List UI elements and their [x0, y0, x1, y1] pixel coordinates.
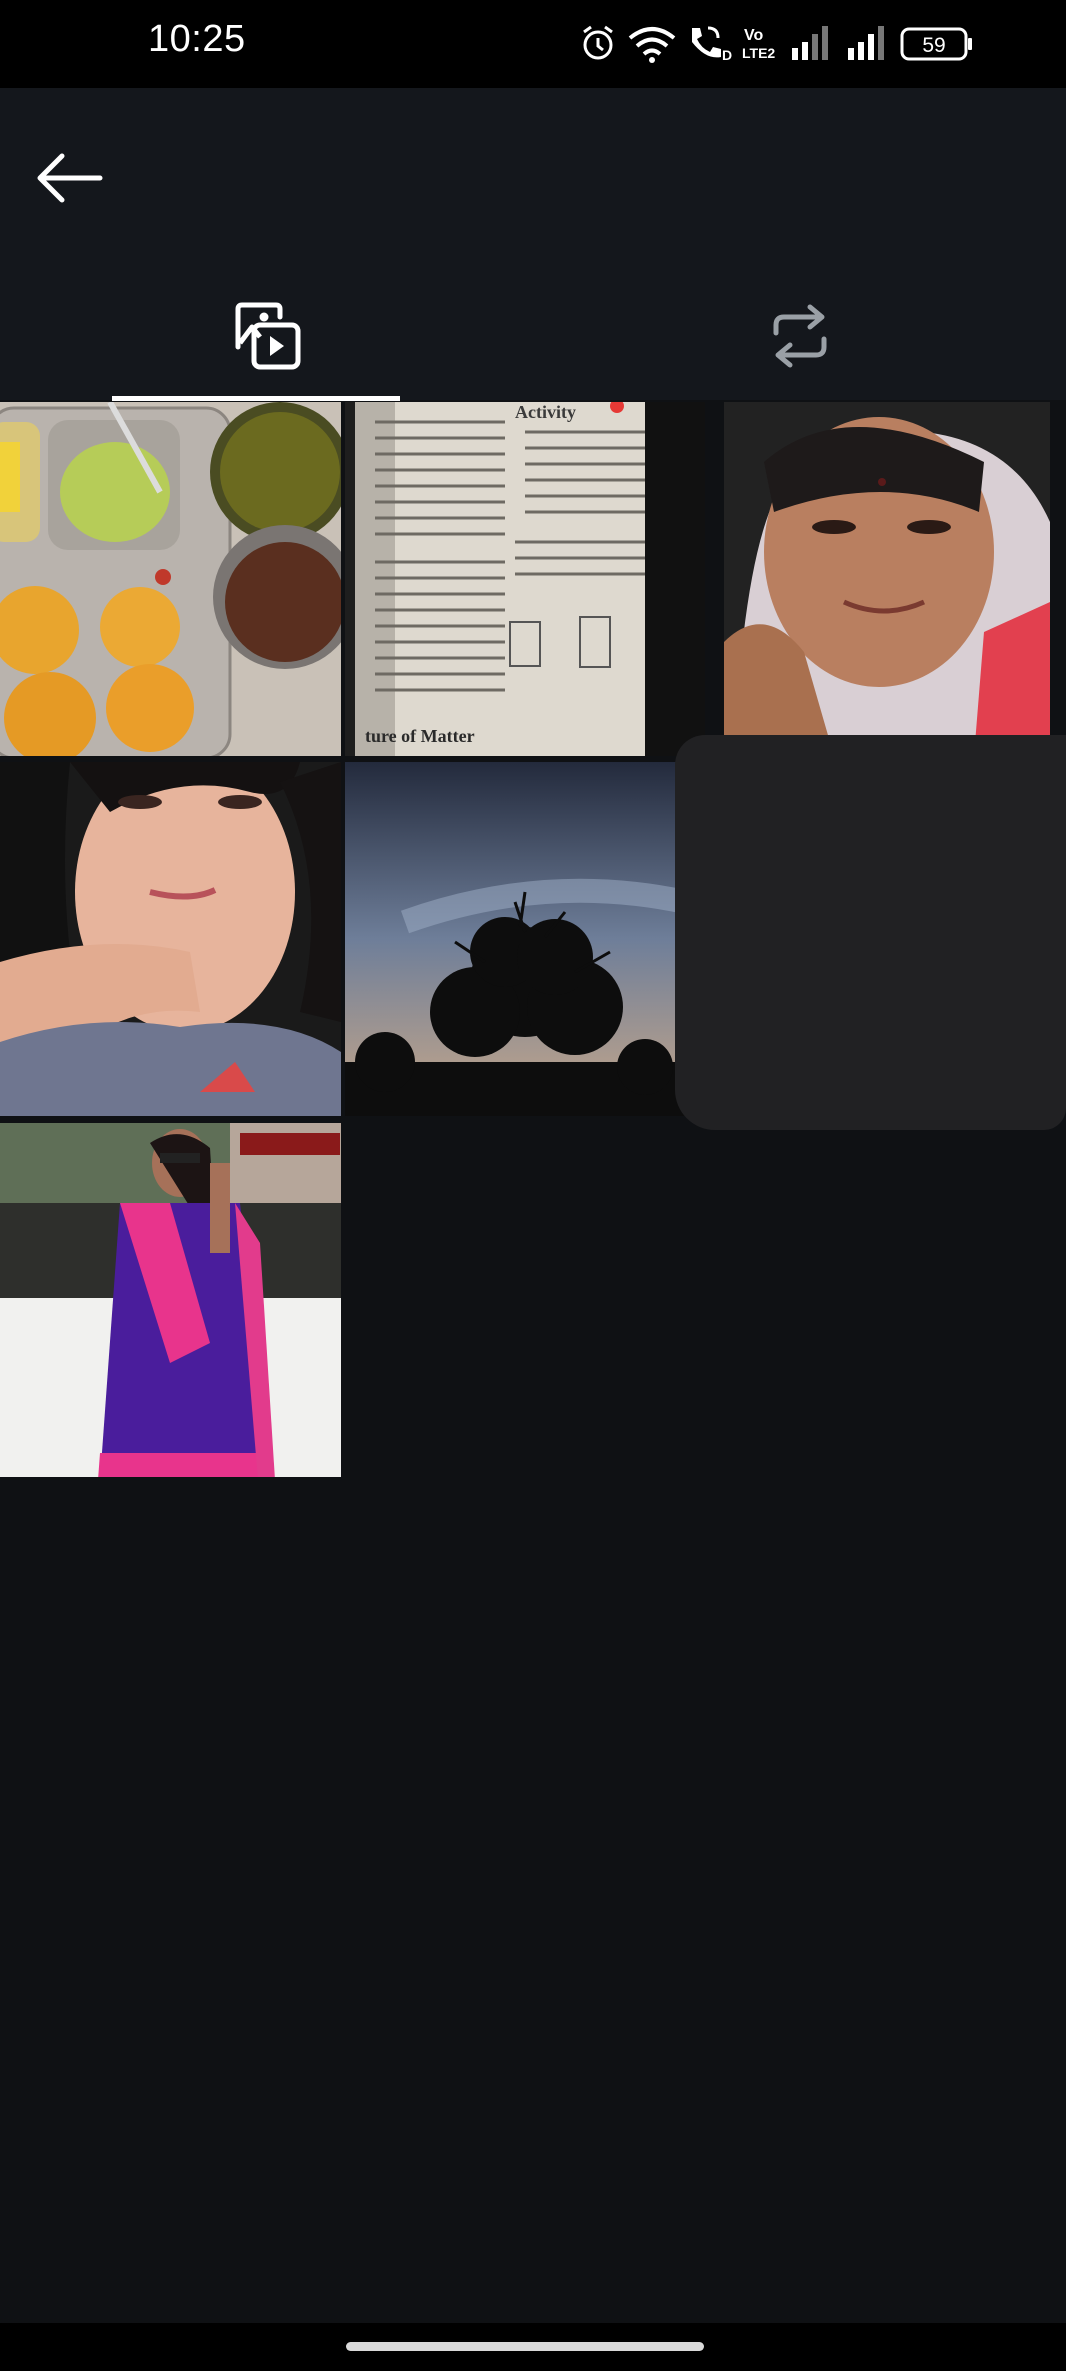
textbook-thumbnail: Activity ture of Matter	[345, 402, 705, 756]
saree-thumbnail	[0, 1123, 341, 1477]
svg-text:D: D	[722, 47, 732, 63]
food-thumbnail	[0, 402, 341, 756]
grid-item-portrait-2[interactable]	[0, 762, 341, 1116]
portrait-thumbnail	[724, 402, 1050, 756]
tab-indicator	[112, 396, 400, 401]
repost-icon	[773, 304, 826, 368]
back-button[interactable]	[24, 138, 114, 218]
tab-posts[interactable]	[0, 270, 533, 402]
svg-text:ture of Matter: ture of Matter	[365, 726, 475, 746]
volte-icon: Vo LTE2	[742, 27, 775, 61]
portrait-thumbnail	[0, 762, 341, 1116]
posts-media-icon	[235, 302, 300, 370]
redacted-block	[675, 735, 1066, 1130]
tab-bar	[0, 270, 1066, 402]
home-indicator[interactable]	[346, 2342, 704, 2351]
tree-thumbnail	[345, 762, 685, 1116]
battery-icon: 59	[900, 27, 972, 61]
tab-reposts[interactable]	[533, 270, 1066, 402]
arrow-left-icon	[37, 153, 103, 203]
grid-item-saree[interactable]	[0, 1123, 341, 1477]
grid-item-portrait-1[interactable]	[724, 402, 1050, 756]
wifi-call-icon: D	[692, 26, 732, 63]
status-icons: D Vo LTE2 59	[583, 25, 972, 63]
signal-icon	[792, 26, 828, 60]
grid-item-textbook[interactable]: Activity ture of Matter	[345, 402, 705, 756]
textbook-heading: Activity	[515, 402, 576, 422]
svg-text:LTE2: LTE2	[742, 45, 775, 61]
signal-icon	[848, 26, 884, 60]
svg-text:Vo: Vo	[744, 27, 763, 44]
status-bar: 10:25 D Vo LTE2 59	[0, 0, 1066, 88]
svg-text:59: 59	[922, 34, 945, 57]
grid-item-tree[interactable]	[345, 762, 685, 1116]
status-time: 10:25	[148, 18, 246, 60]
wifi-icon	[628, 27, 676, 63]
grid-item-food[interactable]	[0, 402, 341, 756]
alarm-icon	[583, 25, 613, 60]
